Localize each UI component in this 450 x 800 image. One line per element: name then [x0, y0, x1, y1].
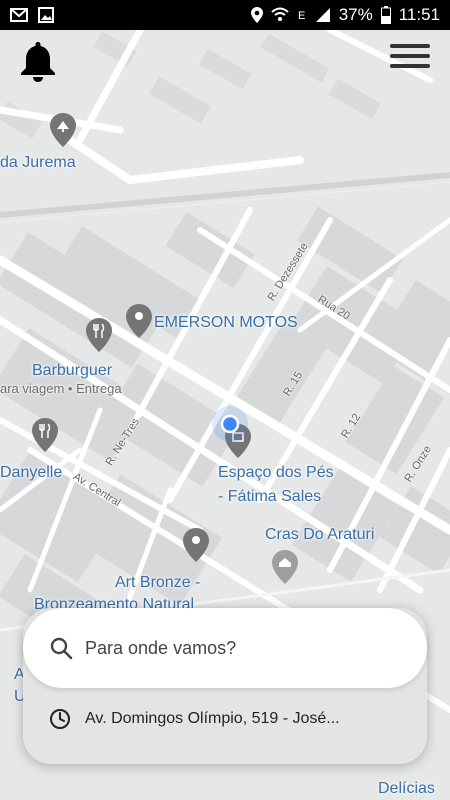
map-label-danyelle: Danyelle — [0, 464, 63, 481]
place-pin-icon[interactable] — [126, 304, 152, 338]
mail-icon — [10, 8, 28, 22]
data-e-icon: E — [298, 10, 305, 22]
battery-icon — [380, 6, 391, 24]
search-sheet: Para onde vamos? Av. Domingos Olímpio, 5… — [23, 608, 427, 764]
clock-icon — [50, 709, 70, 729]
restaurant-pin-icon-2[interactable] — [32, 418, 58, 452]
wifi-icon — [271, 7, 289, 21]
search-input[interactable]: Para onde vamos? — [23, 608, 427, 688]
park-pin-icon[interactable] — [50, 113, 76, 147]
recent-destination-item[interactable]: Av. Domingos Olímpio, 519 - José... — [49, 708, 409, 730]
restaurant-pin-icon[interactable] — [86, 318, 112, 352]
government-pin-icon[interactable] — [272, 550, 298, 584]
search-icon — [50, 637, 73, 660]
status-bar: E 37% 11:51 — [0, 0, 450, 30]
place-pin-icon-2[interactable] — [183, 528, 209, 562]
map-label-da-jurema: da Jurema — [0, 154, 76, 171]
bell-icon[interactable] — [18, 40, 58, 84]
battery-percent: 37% — [338, 5, 373, 24]
map-label-delicias: Delícias — [378, 780, 435, 797]
svg-text:E: E — [298, 10, 305, 22]
search-placeholder: Para onde vamos? — [85, 637, 237, 658]
map-label-espaco-line1: Espaço dos Pés — [218, 464, 334, 481]
image-icon — [38, 7, 54, 23]
recent-address: Av. Domingos Olímpio, 519 - José... — [85, 710, 340, 727]
map-label-barburguer-sub: ara viagem • Entrega — [0, 381, 122, 396]
map-label-cras: Cras Do Araturi — [265, 526, 375, 543]
clock-time: 11:51 — [398, 5, 440, 24]
current-location-icon — [212, 406, 248, 442]
map-label-emerson-motos: EMERSON MOTOS — [154, 314, 298, 331]
map-label-art-line1: Art Bronze - — [115, 574, 201, 591]
location-icon — [250, 7, 263, 23]
hamburger-menu-icon[interactable] — [390, 38, 430, 74]
map-label-espaco-line2: - Fátima Sales — [218, 488, 322, 505]
menu-line — [390, 64, 430, 68]
map-label-barburguer: Barburguer — [32, 362, 113, 379]
menu-line — [390, 44, 430, 48]
menu-line — [390, 54, 430, 58]
signal-icon — [315, 8, 330, 22]
